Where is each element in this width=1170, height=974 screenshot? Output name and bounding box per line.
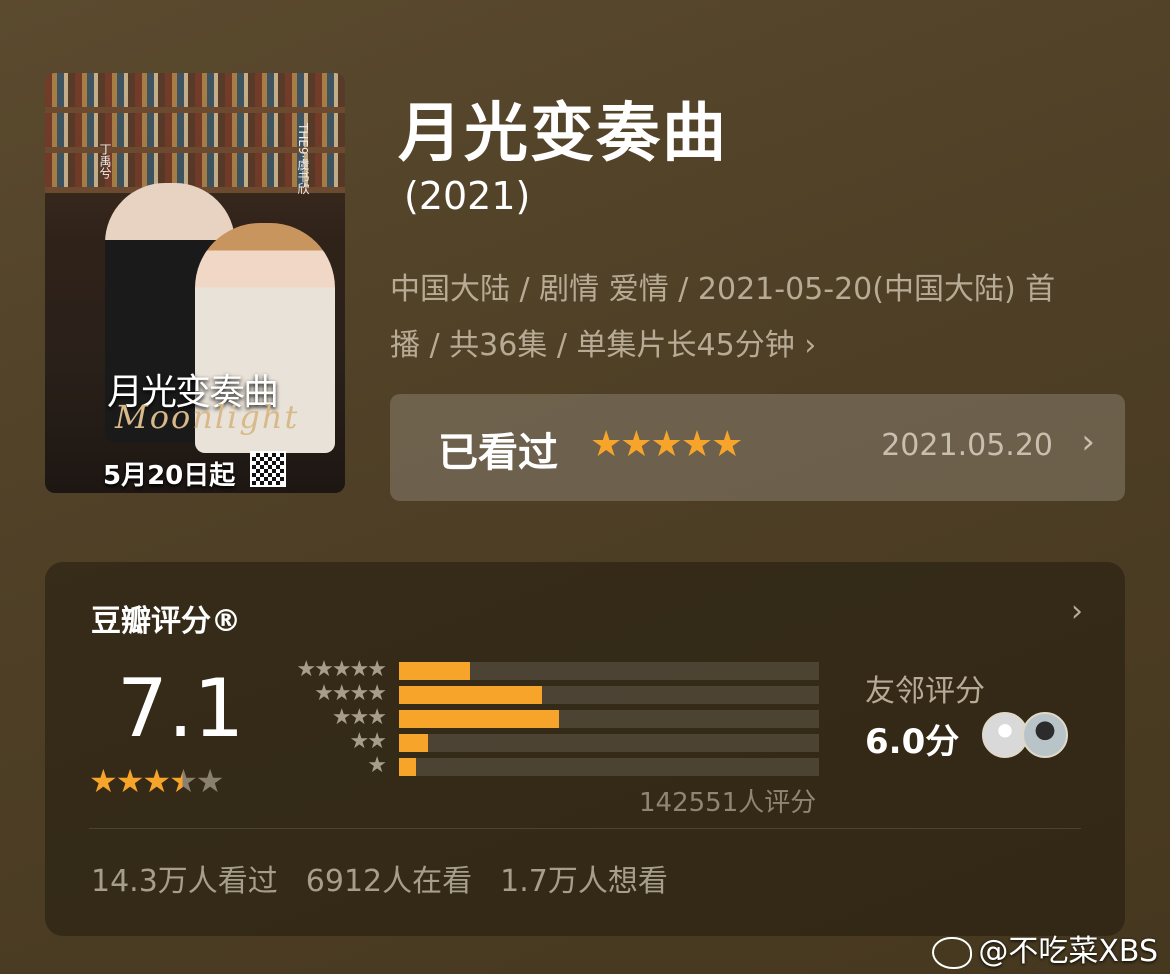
votes-count: 142551人评分 [639, 788, 817, 818]
distribution-bar-fill [399, 662, 471, 680]
page-title: 月光变奏曲 [398, 97, 728, 171]
distribution-bar-track [399, 710, 819, 728]
chevron-right-icon: › [1081, 422, 1095, 462]
chevron-right-icon[interactable]: › [1071, 594, 1083, 629]
watched-date: 2021.05.20 [881, 428, 1053, 463]
meta-info[interactable]: 中国大陆 / 剧情 爱情 / 2021-05-20(中国大陆) 首 播 / 共3… [390, 262, 1130, 374]
friends-rating-label: 友邻评分 [865, 674, 985, 709]
watched-status-button[interactable]: 已看过 ★★★★★ 2021.05.20 › [390, 394, 1125, 501]
qr-code-icon [250, 451, 286, 487]
meta-line-2: 播 / 共36集 / 单集片长45分钟 [390, 328, 795, 363]
avatar[interactable] [1022, 712, 1068, 758]
poster-image[interactable]: 丁禹兮 THE9·虞书欣 月光变奏曲 Moonlight 5月20日起 [45, 73, 345, 493]
star-icon: ★ [142, 762, 171, 800]
score-stars: ★★★★★ [89, 762, 225, 800]
distribution-stars-5: ★★★★★ [296, 657, 387, 682]
distribution-bar-track [399, 734, 819, 752]
stat-want[interactable]: 1.7万人想看 [500, 864, 668, 899]
poster-right-name: THE9·虞书欣 [296, 123, 310, 195]
douban-score: 7.1 [117, 662, 245, 755]
stat-watched[interactable]: 14.3万人看过 [91, 864, 278, 899]
distribution-bar-fill [399, 710, 559, 728]
distribution-stars-4: ★★★★ [314, 681, 387, 706]
watermark-text: @不吃菜XBS [978, 934, 1158, 969]
my-rating-stars: ★★★★★ [590, 424, 743, 465]
distribution-bar-track [399, 662, 819, 680]
rating-card-title: 豆瓣评分® [91, 604, 241, 639]
distribution-bar-track [399, 758, 819, 776]
half-star-icon: ★ [169, 762, 198, 800]
douban-rating-card[interactable]: 豆瓣评分® › 7.1 ★★★★★ 142551人评分 友邻评分 6.0分 14… [45, 562, 1125, 936]
distribution-bar-fill [399, 734, 429, 752]
watch-stats: 14.3万人看过 6912人在看 1.7万人想看 [91, 856, 696, 900]
distribution-stars-3: ★★★ [331, 705, 387, 730]
stat-watching[interactable]: 6912人在看 [306, 864, 472, 899]
chevron-right-icon: › [804, 328, 817, 363]
star-icon: ★ [115, 762, 145, 800]
distribution-stars-1: ★ [367, 753, 387, 778]
distribution-stars-2: ★★ [349, 729, 387, 754]
friends-rating-score: 6.0分 [865, 722, 960, 762]
distribution-bar-fill [399, 758, 416, 776]
divider [89, 828, 1081, 829]
weibo-icon [932, 936, 973, 969]
release-year: (2021) [404, 174, 531, 218]
distribution-bar-fill [399, 686, 542, 704]
poster-script-art: Moonlight [115, 398, 300, 436]
poster-left-name: 丁禹兮 [98, 143, 112, 179]
star-empty-icon: ★ [195, 762, 225, 800]
poster-date: 5月20日起 [103, 461, 236, 491]
star-icon: ★ [89, 762, 118, 800]
watermark: @不吃菜XBS [932, 926, 1158, 970]
distribution-bar-track [399, 686, 819, 704]
watched-label: 已看过 [438, 430, 558, 476]
meta-line-1: 中国大陆 / 剧情 爱情 / 2021-05-20(中国大陆) 首 [390, 272, 1056, 307]
